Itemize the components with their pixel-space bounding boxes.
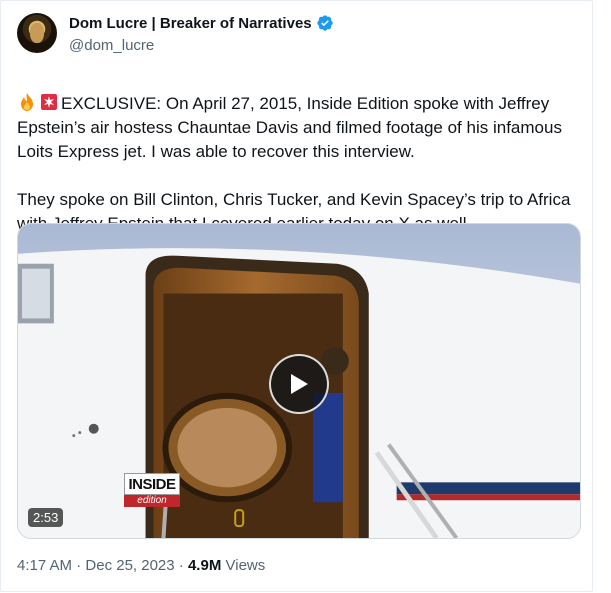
logo-inside-text: INSIDE	[124, 473, 180, 495]
play-icon	[291, 374, 308, 394]
tweet-meta: 4:17 AM · Dec 25, 2023 · 4.9M Views	[17, 557, 265, 574]
video-player[interactable]: INSIDE edition 2:53	[17, 223, 581, 539]
meta-separator-2: ·	[178, 557, 184, 574]
siren-emoji-icon	[41, 94, 57, 110]
tweet-card: Dom Lucre | Breaker of Narratives @dom_l…	[0, 0, 593, 592]
views-label: Views	[225, 557, 266, 574]
meta-separator: ·	[76, 557, 82, 574]
verified-badge-icon	[316, 15, 333, 31]
inside-edition-logo: INSIDE edition	[124, 473, 180, 511]
avatar[interactable]	[17, 13, 57, 53]
tweet-paragraph-1: EXCLUSIVE: On April 27, 2015, Inside Edi…	[17, 94, 562, 161]
video-duration: 2:53	[28, 508, 64, 527]
logo-edition-text: edition	[124, 495, 180, 507]
play-button[interactable]	[269, 354, 329, 414]
display-name[interactable]: Dom Lucre | Breaker of Narratives	[69, 15, 312, 32]
tweet-text: EXCLUSIVE: On April 27, 2015, Inside Edi…	[17, 68, 582, 236]
tweet-time[interactable]: 4:17 AM	[17, 557, 72, 574]
tweet-date[interactable]: Dec 25, 2023	[85, 557, 174, 574]
fire-emoji-icon	[21, 93, 33, 111]
views-count: 4.9M	[187, 557, 222, 574]
handle[interactable]: @dom_lucre	[69, 37, 334, 54]
tweet-header: Dom Lucre | Breaker of Narratives @dom_l…	[17, 13, 576, 57]
author-names: Dom Lucre | Breaker of Narratives @dom_l…	[69, 13, 334, 54]
